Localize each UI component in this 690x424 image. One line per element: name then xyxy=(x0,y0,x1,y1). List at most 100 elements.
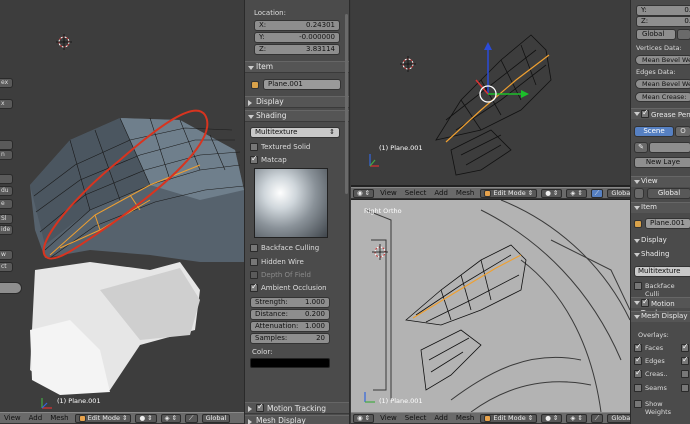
bottom-right-viewport-canvas[interactable] xyxy=(351,200,630,412)
mean-bevel-weight-vertex-field[interactable]: Mean Bevel We xyxy=(635,55,690,65)
ao-distance-field[interactable]: Distance: 0.200 xyxy=(250,309,330,320)
freestyle-face-checkbox[interactable] xyxy=(681,384,689,392)
tool-tab-12[interactable] xyxy=(0,282,22,294)
backface-culling-checkbox[interactable] xyxy=(250,244,258,252)
shading-mode-dropdown[interactable]: Multitexture xyxy=(634,266,690,277)
menu-add[interactable]: Add xyxy=(432,189,450,197)
ao-strength-field[interactable]: Strength: 1.000 xyxy=(250,297,330,308)
mesh-display-section-header[interactable]: Mesh Display xyxy=(631,311,690,322)
new-pencil-dropdown[interactable] xyxy=(649,142,690,153)
global-button[interactable]: Global xyxy=(636,29,676,40)
tool-tab-11[interactable]: ct xyxy=(0,262,13,272)
editor-type-selector[interactable]: ◉ ⇕ xyxy=(353,188,375,198)
z-field[interactable]: Z: 0. xyxy=(636,16,690,27)
menu-mesh[interactable]: Mesh xyxy=(454,189,476,197)
menu-add[interactable]: Add xyxy=(27,414,45,422)
object-name-field[interactable]: Plane.001 xyxy=(645,218,690,229)
display-section-header[interactable]: Display xyxy=(245,96,349,108)
tool-tab-5[interactable] xyxy=(0,174,13,184)
menu-mesh[interactable]: Mesh xyxy=(454,414,476,422)
menu-select[interactable]: Select xyxy=(403,414,429,422)
pivot-selector[interactable]: ◈ ⇕ xyxy=(566,188,587,198)
viewport-shading-selector[interactable]: ● ⇕ xyxy=(541,188,563,198)
motion-tracking-checkbox[interactable] xyxy=(641,297,649,307)
ao-samples-field[interactable]: Samples: 20 xyxy=(250,333,330,344)
mean-crease-field[interactable]: Mean Crease: xyxy=(635,92,690,102)
depth-of-field-checkbox[interactable] xyxy=(250,271,258,279)
view-orientation-dropdown[interactable]: Global xyxy=(647,188,690,199)
transform-manipulator[interactable] xyxy=(475,42,529,103)
top-right-3d-viewport[interactable]: (1) Plane.001 xyxy=(351,0,630,185)
menu-view[interactable]: View xyxy=(378,414,399,422)
tool-tab-4[interactable]: n xyxy=(0,150,13,160)
mean-bevel-weight-edge-field[interactable]: Mean Bevel We xyxy=(635,79,690,89)
bottom-right-3d-viewport[interactable]: Right Ortho (1) Plane.001 xyxy=(351,200,630,412)
y-field[interactable]: Y: 0. xyxy=(636,5,690,16)
object-tab[interactable]: O xyxy=(675,126,690,137)
display-section-header[interactable]: Display xyxy=(631,236,690,247)
edges-checkbox[interactable] xyxy=(634,355,642,365)
matcap-checkbox[interactable] xyxy=(250,154,258,164)
left-viewport-canvas[interactable] xyxy=(0,0,244,412)
location-z-field[interactable]: Z: 3.83114 xyxy=(254,44,340,55)
properties-scrollbar[interactable] xyxy=(345,14,348,194)
shading-section-header[interactable]: Shading xyxy=(631,250,690,261)
ambient-occlusion-checkbox[interactable] xyxy=(250,282,258,292)
view-lock-icon[interactable] xyxy=(634,188,644,199)
tool-tab-7[interactable]: e xyxy=(0,199,13,209)
manipulator-toggle[interactable]: ⟋ xyxy=(590,413,604,423)
menu-mesh[interactable]: Mesh xyxy=(48,414,70,422)
faces-checkbox[interactable] xyxy=(634,342,642,352)
tool-tab-9[interactable]: ide xyxy=(0,225,13,235)
mode-selector[interactable]: Edit Mode ⇕ xyxy=(480,188,538,198)
manipulator-toggle[interactable]: ⟋ xyxy=(590,188,604,198)
tool-tab-3[interactable] xyxy=(0,140,13,150)
new-layer-button[interactable]: New Laye xyxy=(634,157,690,168)
menu-select[interactable]: Select xyxy=(403,189,429,197)
viewport-shading-selector[interactable]: ● ⇕ xyxy=(541,413,563,423)
pencil-icon[interactable]: ✎ xyxy=(634,142,648,153)
backface-culling-checkbox[interactable] xyxy=(634,282,642,290)
scene-tab[interactable]: Scene xyxy=(634,126,674,137)
seams-checkbox[interactable] xyxy=(634,384,642,392)
bevel-checkbox[interactable] xyxy=(681,355,689,365)
tool-tab-1[interactable]: ex xyxy=(0,78,13,88)
shading-mode-dropdown[interactable]: Multitexture ⇕ xyxy=(250,127,340,138)
object-name-field[interactable]: Plane.001 xyxy=(263,79,341,90)
motion-tracking-section-header[interactable]: Motion Track xyxy=(631,297,690,317)
top-right-viewport-canvas[interactable] xyxy=(351,0,630,185)
textured-solid-checkbox[interactable] xyxy=(250,143,258,151)
mode-selector[interactable]: Edit Mode ⇕ xyxy=(480,413,538,423)
ao-color-swatch[interactable] xyxy=(250,358,330,368)
show-weights-checkbox[interactable] xyxy=(634,400,642,408)
sharp-checkbox[interactable] xyxy=(681,342,689,352)
tool-tab-8[interactable]: Sl xyxy=(0,214,13,224)
creases-checkbox[interactable] xyxy=(634,368,642,378)
viewport-shading-selector[interactable]: ● ⇕ xyxy=(135,413,157,423)
view-section-header[interactable]: View xyxy=(631,176,690,187)
matcap-preview[interactable] xyxy=(254,168,328,238)
mesh-display-section-header[interactable]: Mesh Display xyxy=(245,415,349,424)
mode-selector[interactable]: Edit Mode ⇕ xyxy=(74,413,132,423)
tool-tab-10[interactable]: w xyxy=(0,250,13,260)
area-divider[interactable] xyxy=(351,185,630,187)
editor-type-selector[interactable]: ◉ ⇕ xyxy=(353,413,375,423)
pivot-selector[interactable]: ◈ ⇕ xyxy=(160,413,182,423)
pivot-selector[interactable]: ◈ ⇕ xyxy=(566,413,587,423)
item-section-header[interactable]: Item xyxy=(245,61,349,73)
area-divider[interactable] xyxy=(351,199,630,200)
freestyle-edge-checkbox[interactable] xyxy=(681,370,689,378)
grease-pencil-checkbox[interactable] xyxy=(641,108,649,118)
hidden-wire-checkbox[interactable] xyxy=(250,258,258,266)
grease-pencil-section-header[interactable]: Grease Pen xyxy=(631,108,690,119)
tool-tab-2[interactable]: x xyxy=(0,99,13,109)
ao-attenuation-field[interactable]: Attenuation: 1.000 xyxy=(250,321,330,332)
menu-add[interactable]: Add xyxy=(432,414,450,422)
orientation-selector[interactable]: Global xyxy=(201,413,231,423)
item-section-header[interactable]: Item xyxy=(631,202,690,213)
local-button[interactable] xyxy=(677,29,690,40)
menu-view[interactable]: View xyxy=(2,414,23,422)
menu-view[interactable]: View xyxy=(378,189,399,197)
manipulator-toggle[interactable]: ⟋ xyxy=(185,413,198,423)
motion-tracking-section-header[interactable]: Motion Tracking xyxy=(245,402,349,414)
